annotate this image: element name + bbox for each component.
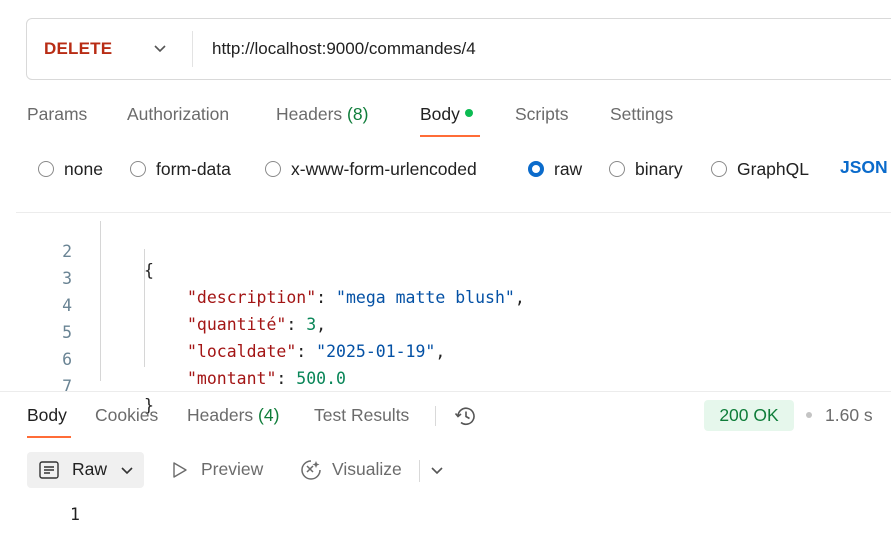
response-body: 1	[70, 505, 80, 524]
raw-view-label: Raw	[72, 459, 108, 479]
http-method-select[interactable]: DELETE	[44, 39, 112, 59]
json-suffix: ,	[514, 288, 525, 307]
history-icon[interactable]	[453, 403, 479, 429]
body-type-selector: none form-data x-www-form-urlencoded raw…	[38, 157, 891, 181]
radio-raw-label: raw	[554, 158, 583, 179]
code-line: 4 "quantité": 3,	[16, 277, 326, 334]
radio-raw[interactable]: raw	[528, 157, 582, 181]
response-time[interactable]: 1.60 s	[825, 405, 873, 426]
radio-form-data-circle	[130, 161, 146, 177]
radio-none-circle	[38, 161, 54, 177]
response-tab-headers-label: Headers	[187, 405, 254, 425]
tab-params[interactable]: Params	[27, 104, 87, 125]
radio-binary[interactable]: binary	[609, 157, 683, 181]
play-icon	[173, 462, 187, 478]
tab-scripts[interactable]: Scripts	[515, 104, 568, 125]
json-key: "localdate"	[187, 342, 297, 361]
radio-graphql-label: GraphQL	[737, 158, 809, 179]
json-value: "mega matte blush"	[336, 288, 515, 307]
preview-button[interactable]: Preview	[169, 452, 279, 488]
json-key: "quantité"	[187, 315, 287, 334]
response-view-toolbar: Raw Preview Visualize	[27, 452, 467, 488]
chevron-down-icon[interactable]	[151, 39, 169, 57]
response-tab-test-results[interactable]: Test Results	[314, 405, 409, 426]
response-line-number: 1	[70, 505, 80, 524]
format-dropdown[interactable]: JSON	[840, 157, 888, 178]
visualize-separator	[419, 460, 420, 482]
radio-none[interactable]: none	[38, 157, 103, 181]
tab-authorization[interactable]: Authorization	[127, 104, 229, 125]
visualize-icon	[301, 460, 321, 480]
radio-none-label: none	[64, 158, 103, 179]
response-active-underline	[27, 436, 71, 438]
code-text: "description": "mega matte blush",	[187, 288, 525, 307]
radio-raw-circle	[528, 161, 544, 177]
chevron-down-icon[interactable]	[429, 462, 445, 478]
response-divider[interactable]	[0, 391, 891, 392]
editor-gutter-divider	[100, 221, 101, 381]
document-lines-icon	[39, 461, 59, 479]
radio-urlencoded-circle	[265, 161, 281, 177]
radio-binary-circle	[609, 161, 625, 177]
tab-headers[interactable]: Headers (8)	[276, 104, 368, 125]
active-tab-underline	[420, 135, 480, 137]
request-body-editor[interactable]: 2 { 3 "description": "mega matte blush",…	[16, 212, 891, 415]
tab-settings[interactable]: Settings	[610, 104, 673, 125]
status-separator-dot	[806, 412, 812, 418]
code-line: 7 }	[16, 358, 154, 415]
visualize-button[interactable]: Visualize	[299, 452, 419, 488]
status-badge[interactable]: 200 OK	[704, 400, 794, 431]
url-input[interactable]: http://localhost:9000/commandes/4	[212, 39, 476, 59]
visualize-label: Visualize	[332, 459, 402, 479]
radio-urlencoded[interactable]: x-www-form-urlencoded	[265, 157, 477, 181]
json-value: 500.0	[296, 369, 346, 388]
code-text: {	[144, 261, 154, 280]
chevron-down-icon	[121, 467, 133, 475]
radio-form-data-label: form-data	[156, 158, 231, 179]
raw-view-button[interactable]: Raw	[27, 452, 144, 488]
line-number: 7	[62, 377, 72, 396]
response-tab-headers[interactable]: Headers (4)	[187, 405, 279, 426]
code-line: 6 "montant": 500.0	[16, 331, 346, 388]
json-key: "description"	[187, 288, 317, 307]
code-text: "localdate": "2025-01-19",	[187, 342, 446, 361]
response-tab-body[interactable]: Body	[27, 405, 67, 426]
json-suffix: ,	[316, 315, 327, 334]
radio-graphql-circle	[711, 161, 727, 177]
radio-binary-label: binary	[635, 158, 683, 179]
request-url-bar: DELETE http://localhost:9000/commandes/4	[26, 18, 891, 80]
json-value: "2025-01-19"	[316, 342, 436, 361]
json-value: 3	[306, 315, 317, 334]
preview-label: Preview	[201, 459, 264, 479]
url-divider	[192, 31, 193, 67]
code-line: 3 "description": "mega matte blush",	[16, 250, 525, 307]
tab-separator	[435, 406, 436, 426]
code-text: "quantité": 3,	[187, 315, 327, 334]
json-key: "montant"	[187, 369, 277, 388]
tab-headers-label: Headers	[276, 104, 343, 124]
json-suffix: ,	[435, 342, 446, 361]
tab-body-label: Body	[420, 104, 460, 124]
code-line: 2 {	[16, 223, 154, 280]
radio-form-data[interactable]: form-data	[130, 157, 231, 181]
code-line: 5 "localdate": "2025-01-19",	[16, 304, 445, 361]
radio-urlencoded-label: x-www-form-urlencoded	[291, 158, 477, 179]
radio-graphql[interactable]: GraphQL	[711, 157, 809, 181]
code-text: "montant": 500.0	[187, 369, 346, 388]
tab-body[interactable]: Body	[420, 104, 473, 125]
body-modified-dot	[464, 109, 473, 117]
tab-headers-count: (8)	[347, 104, 369, 124]
response-tab-headers-count: (4)	[258, 405, 280, 425]
response-tab-cookies[interactable]: Cookies	[95, 405, 158, 426]
